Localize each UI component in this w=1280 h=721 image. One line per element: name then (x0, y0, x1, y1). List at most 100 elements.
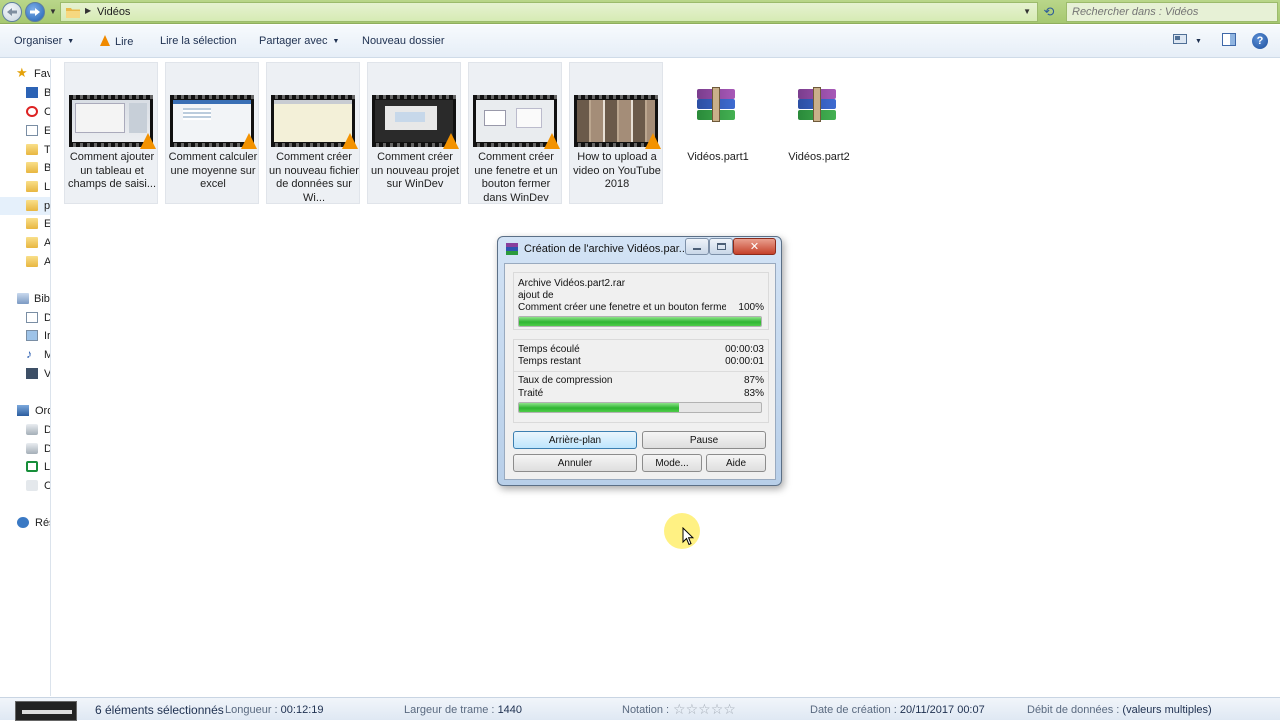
nav-item[interactable]: T (0, 141, 50, 159)
nav-label: p (44, 200, 51, 212)
mode-button[interactable]: Mode... (642, 454, 702, 472)
preview-pane-button[interactable] (1222, 33, 1236, 49)
file-item[interactable]: Comment calculer une moyenne sur excel (165, 62, 259, 204)
vlc-icon (140, 133, 156, 149)
help-icon[interactable]: ? (1252, 33, 1268, 49)
folder-icon (26, 144, 38, 155)
rating-label: Notation : (622, 704, 670, 716)
nav-item[interactable]: E (0, 215, 50, 233)
file-name: Comment ajouter un tableau et champs de … (67, 151, 157, 190)
nav-item[interactable]: p (0, 197, 51, 215)
frame-width-label: Largeur de trame : (404, 704, 495, 716)
star-icon[interactable]: ☆ (711, 701, 724, 717)
background-button[interactable]: Arrière-plan (513, 431, 637, 449)
organiser-button[interactable]: Organiser ▼ (14, 35, 74, 47)
nav-label: A (44, 237, 51, 249)
nav-computer[interactable]: Ord (0, 402, 50, 420)
change-view-button[interactable] (1173, 33, 1187, 48)
dialog-titlebar[interactable]: Création de l'archive Vidéos.par... ✕ (498, 237, 781, 261)
total-progress-fill (519, 403, 679, 412)
nav-label: Rés (35, 517, 50, 529)
nav-item[interactable]: A (0, 253, 50, 271)
file-item[interactable]: Comment créer un nouveau fichier de donn… (266, 62, 360, 204)
address-path[interactable]: ▶ Vidéos ▼ (60, 2, 1038, 22)
search-box[interactable] (1066, 2, 1278, 22)
nav-item[interactable]: Ir (0, 327, 50, 345)
nav-item[interactable]: E (0, 122, 50, 140)
vlc-icon (443, 133, 459, 149)
file-item[interactable]: Comment créer une fenetre et un bouton f… (468, 62, 562, 204)
play-button[interactable]: Lire (100, 35, 133, 48)
nav-item[interactable]: A (0, 234, 51, 252)
file-item[interactable]: Vidéos.part1 (670, 62, 764, 204)
minimize-button[interactable] (685, 238, 709, 255)
archive-progress-dialog: Création de l'archive Vidéos.par... ✕ Ar… (497, 236, 782, 486)
winrar-icon (506, 243, 518, 255)
file-item[interactable]: Vidéos.part2 (771, 62, 865, 204)
cancel-button[interactable]: Annuler (513, 454, 637, 472)
action-text: ajout de (518, 290, 554, 301)
nav-label: M (44, 349, 50, 361)
address-dropdown-icon[interactable]: ▼ (1023, 7, 1031, 16)
view-icon (1173, 34, 1187, 44)
videos-icon (26, 368, 38, 379)
file-item[interactable]: How to upload a video on YouTube 2018 (569, 62, 663, 204)
search-input[interactable] (1072, 4, 1272, 20)
archive-name: Archive Vidéos.part2.rar (518, 278, 626, 289)
images-icon (26, 330, 38, 341)
history-dropdown-icon[interactable]: ▼ (49, 7, 57, 16)
close-button[interactable]: ✕ (733, 238, 776, 255)
nav-item[interactable]: D (0, 309, 50, 327)
libraries-icon (17, 293, 29, 304)
play-selection-button[interactable]: Lire la sélection (160, 35, 236, 47)
share-button[interactable]: Partager avec ▼ (259, 35, 339, 47)
star-icon[interactable]: ☆ (698, 701, 711, 717)
new-folder-button[interactable]: Nouveau dossier (362, 35, 445, 47)
forward-button[interactable] (25, 2, 45, 22)
dialog-body: Archive Vidéos.part2.rar ajout de Commen… (504, 263, 776, 480)
breadcrumb-separator-icon[interactable]: ▶ (85, 6, 91, 15)
nav-item[interactable]: C (0, 103, 50, 121)
rating-field: Notation : (622, 704, 669, 716)
nav-libraries[interactable]: Bib (0, 290, 50, 308)
help-button[interactable]: Aide (706, 454, 766, 472)
view-dropdown-icon[interactable]: ▼ (1195, 38, 1202, 45)
nav-item[interactable]: D (0, 440, 50, 458)
file-item[interactable]: Comment ajouter un tableau et champs de … (64, 62, 158, 204)
selection-count: 6 éléments sélectionnés (95, 703, 224, 717)
creative-cloud-icon (26, 106, 38, 117)
pause-button[interactable]: Pause (642, 431, 766, 449)
nav-item[interactable]: B (0, 159, 51, 177)
length-field: Longueur : 00:12:19 (225, 704, 324, 716)
folder-icon (26, 256, 38, 267)
file-name: Vidéos.part1 (687, 151, 749, 163)
nav-item[interactable]: B (0, 84, 50, 102)
bitrate-label: Débit de données : (1027, 704, 1120, 716)
video-thumbnail (372, 95, 459, 149)
nav-item[interactable]: C (0, 477, 50, 495)
file-item[interactable]: Comment créer un nouveau projet sur WinD… (367, 62, 461, 204)
rating-stars[interactable]: ☆☆☆☆☆ (673, 701, 736, 718)
network-drive-icon (26, 480, 38, 491)
nav-label: C (44, 106, 50, 118)
nav-network[interactable]: Rés (0, 514, 50, 532)
refresh-button[interactable]: ⟲ (1040, 3, 1058, 21)
nav-favorites[interactable]: ★ Fav (0, 65, 50, 83)
nav-item[interactable]: D (0, 421, 50, 439)
maximize-button[interactable] (709, 238, 733, 255)
organiser-label: Organiser (14, 35, 63, 47)
star-icon[interactable]: ☆ (673, 701, 686, 717)
processed-label: Traité (518, 388, 544, 399)
back-button[interactable] (2, 2, 22, 22)
nav-label: L (44, 461, 51, 473)
star-icon[interactable]: ☆ (723, 701, 736, 717)
dialog-title: Création de l'archive Vidéos.par... (524, 243, 688, 255)
star-icon[interactable]: ☆ (686, 701, 699, 717)
nav-item[interactable]: V (0, 365, 50, 383)
nav-item[interactable]: L (0, 178, 50, 196)
nav-label: B (44, 162, 51, 174)
nav-item[interactable]: L (0, 458, 51, 476)
breadcrumb-videos[interactable]: Vidéos (97, 6, 130, 18)
file-name: Comment créer un nouveau fichier de donn… (269, 151, 359, 204)
nav-item[interactable]: ♪M (0, 346, 50, 364)
